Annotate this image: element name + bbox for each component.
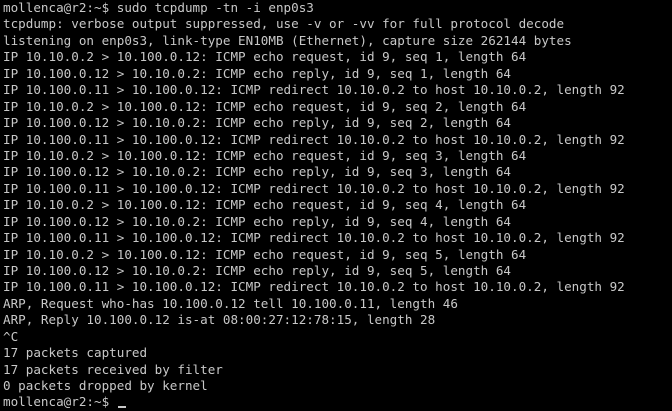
output-line: ARP, Request who-has 10.100.0.12 tell 10… — [3, 295, 458, 311]
output-line: IP 10.100.0.11 > 10.100.0.12: ICMP redir… — [3, 230, 625, 246]
output-line: IP 10.100.0.11 > 10.100.0.12: ICMP redir… — [3, 131, 625, 147]
output-line: listening on enp0s3, link-type EN10MB (E… — [3, 32, 572, 48]
output-line: IP 10.100.0.12 > 10.10.0.2: ICMP echo re… — [3, 213, 511, 229]
output-line: IP 10.100.0.11 > 10.100.0.12: ICMP redir… — [3, 82, 625, 98]
text-cursor — [117, 405, 126, 408]
output-line: IP 10.10.0.2 > 10.100.0.12: ICMP echo re… — [3, 49, 527, 65]
output-line: IP 10.100.0.11 > 10.100.0.12: ICMP redir… — [3, 279, 625, 295]
output-line: IP 10.10.0.2 > 10.100.0.12: ICMP echo re… — [3, 246, 527, 262]
command-prompt-line: mollenca@r2:~$ sudo tcpdump -tn -i enp0s… — [3, 0, 314, 15]
output-line: IP 10.10.0.2 > 10.100.0.12: ICMP echo re… — [3, 197, 527, 213]
output-line: 17 packets received by filter — [3, 361, 223, 377]
terminal-output: tcpdump: verbose output suppressed, use … — [3, 16, 672, 394]
output-line: ARP, Reply 10.100.0.12 is-at 08:00:27:12… — [3, 312, 436, 328]
output-line: IP 10.100.0.12 > 10.10.0.2: ICMP echo re… — [3, 115, 511, 131]
output-line: IP 10.10.0.2 > 10.100.0.12: ICMP echo re… — [3, 147, 527, 163]
terminal-window[interactable]: mollenca@r2:~$ sudo tcpdump -tn -i enp0s… — [0, 0, 672, 409]
output-line: 17 packets captured — [3, 345, 148, 361]
output-line: IP 10.100.0.11 > 10.100.0.12: ICMP redir… — [3, 180, 625, 196]
output-line: IP 10.100.0.12 > 10.10.0.2: ICMP echo re… — [3, 263, 511, 278]
output-line: ^C — [3, 328, 19, 344]
output-line: tcpdump: verbose output suppressed, use … — [3, 16, 565, 32]
output-line: 0 packets dropped by kernel — [3, 378, 208, 394]
output-line: IP 10.10.0.2 > 10.100.0.12: ICMP echo re… — [3, 98, 527, 114]
output-line: IP 10.100.0.12 > 10.10.0.2: ICMP echo re… — [3, 164, 511, 180]
output-line: IP 10.100.0.12 > 10.10.0.2: ICMP echo re… — [3, 65, 511, 81]
